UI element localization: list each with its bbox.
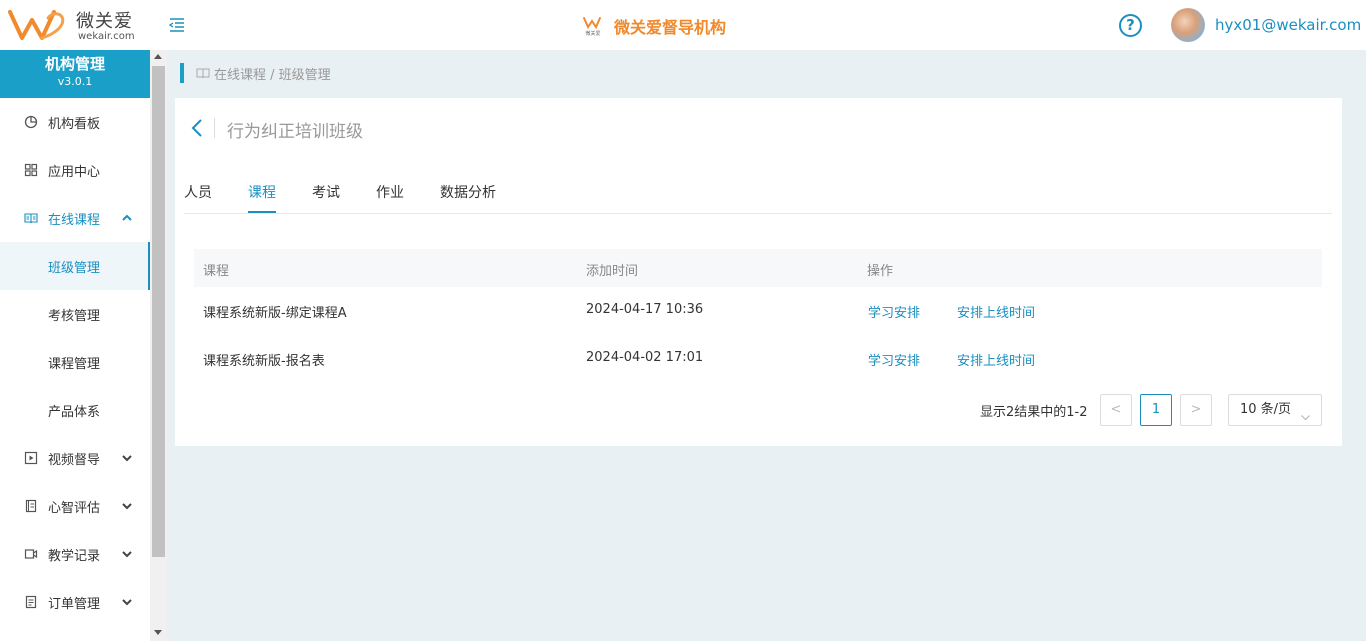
sidebar-item-app-center[interactable]: 应用中心 — [0, 146, 150, 194]
column-header-course: 课程 — [203, 264, 230, 279]
sidebar-item-label: 产品体系 — [48, 405, 101, 420]
pagination-info: 显示2结果中的1-2 — [980, 405, 1088, 420]
sidebar-item-assessment-management[interactable]: 考核管理 — [0, 290, 150, 338]
top-header: 微关爱 wekair.com 微关爱 微关爱督导机构 ? hyx01@wekai… — [0, 0, 1366, 50]
study-arrangement-link[interactable]: 学习安排 — [868, 302, 920, 321]
logo-text: 微关爱 — [76, 11, 133, 32]
sidebar-item-label: 课程管理 — [48, 357, 101, 372]
schedule-online-time-link[interactable]: 安排上线时间 — [957, 350, 1035, 369]
cell-added-time: 2024-04-02 17:01 — [586, 350, 704, 365]
user-email[interactable]: hyx01@wekair.com — [1215, 16, 1361, 34]
sidebar-item-label: 心智评估 — [48, 501, 101, 516]
chevron-down-icon — [121, 500, 133, 512]
table-header: 课程 添加时间 操作 — [194, 249, 1322, 287]
brand-title: 微关爱督导机构 — [614, 18, 727, 37]
pagination: 显示2结果中的1-2 < 1 > 10 条/页 — [175, 394, 1342, 426]
sidebar-item-teaching-records[interactable]: 教学记录 — [0, 530, 150, 578]
page-title: 行为纠正培训班级 — [227, 122, 363, 142]
column-header-actions: 操作 — [867, 264, 894, 279]
back-arrow-icon[interactable] — [189, 118, 205, 138]
scroll-up-arrow-icon[interactable] — [154, 54, 162, 59]
scroll-down-arrow-icon[interactable] — [154, 630, 162, 635]
chevron-up-icon — [121, 212, 133, 224]
chevron-down-icon — [121, 596, 133, 608]
main-card: 行为纠正培训班级 人员 课程 考试 作业 数据分析 课程 添加时间 操作 课程系… — [175, 98, 1342, 446]
logo-subtext: wekair.com — [78, 31, 135, 42]
page-1-button[interactable]: 1 — [1140, 394, 1172, 426]
course-table: 课程 添加时间 操作 课程系统新版-绑定课程A 2024-04-17 10:36… — [194, 249, 1322, 383]
tab-courses[interactable]: 课程 — [248, 182, 276, 213]
tab-homework[interactable]: 作业 — [376, 182, 404, 202]
breadcrumb-text[interactable]: 在线课程 / 班级管理 — [214, 64, 331, 83]
sidebar-item-class-management[interactable]: 班级管理 — [0, 242, 150, 290]
notebook-icon — [24, 499, 38, 513]
schedule-online-time-link[interactable]: 安排上线时间 — [957, 302, 1035, 321]
tabs: 人员 课程 考试 作业 数据分析 — [184, 180, 1332, 214]
page-size-select[interactable]: 10 条/页 — [1228, 394, 1322, 426]
sidebar-header: 机构管理 v3.0.1 — [0, 50, 150, 98]
camera-icon — [24, 547, 38, 561]
sidebar-item-label: 机构看板 — [48, 117, 101, 132]
table-row: 课程系统新版-报名表 2024-04-02 17:01 学习安排 安排上线时间 — [194, 335, 1322, 383]
chevron-down-icon — [1300, 405, 1311, 421]
scrollbar-thumb[interactable] — [152, 66, 165, 557]
sidebar-item-course-management[interactable]: 课程管理 — [0, 338, 150, 386]
logo[interactable]: 微关爱 wekair.com — [8, 6, 138, 44]
sidebar-item-label: 班级管理 — [48, 261, 101, 276]
sidebar: 机构管理 v3.0.1 机构看板 应用中心 在线课程 班级管理 考核管理 课程管… — [0, 50, 150, 641]
sidebar-item-order-management[interactable]: 订单管理 — [0, 578, 150, 626]
cell-added-time: 2024-04-17 10:36 — [586, 302, 704, 317]
sidebar-item-label: 应用中心 — [48, 165, 101, 180]
sidebar-item-label: 教学记录 — [48, 549, 101, 564]
tab-members[interactable]: 人员 — [184, 182, 212, 202]
breadcrumb: 在线课程 / 班级管理 — [180, 63, 331, 83]
next-page-button[interactable]: > — [1180, 394, 1212, 426]
video-play-icon — [24, 451, 38, 465]
sidebar-item-dashboard[interactable]: 机构看板 — [0, 98, 150, 146]
sidebar-item-label: 考核管理 — [48, 309, 101, 324]
receipt-icon — [24, 595, 38, 609]
study-arrangement-link[interactable]: 学习安排 — [868, 350, 920, 369]
book-icon — [196, 67, 210, 79]
sidebar-item-label: 订单管理 — [48, 597, 101, 612]
table-row: 课程系统新版-绑定课程A 2024-04-17 10:36 学习安排 安排上线时… — [194, 287, 1322, 335]
page-size-value: 10 条/页 — [1240, 402, 1292, 417]
sidebar-version: v3.0.1 — [57, 75, 93, 88]
sidebar-scrollbar[interactable] — [150, 50, 167, 641]
sidebar-item-online-courses[interactable]: 在线课程 — [0, 194, 150, 242]
pie-chart-icon — [24, 115, 38, 129]
menu-collapse-icon[interactable] — [168, 16, 186, 34]
tab-exams[interactable]: 考试 — [312, 182, 340, 202]
prev-page-button[interactable]: < — [1100, 394, 1132, 426]
svg-text:微关爱: 微关爱 — [585, 30, 600, 37]
book-icon — [24, 211, 38, 225]
sidebar-item-label: 在线课程 — [48, 213, 101, 228]
avatar[interactable] — [1171, 8, 1205, 42]
sidebar-item-product-system[interactable]: 产品体系 — [0, 386, 150, 434]
chevron-down-icon — [121, 452, 133, 464]
title-divider — [214, 118, 215, 138]
logo-mark-icon — [8, 10, 65, 40]
tab-data-analysis[interactable]: 数据分析 — [440, 182, 496, 202]
grid-icon — [24, 163, 38, 177]
brand: 微关爱 微关爱督导机构 — [582, 14, 726, 38]
brand-logo-icon: 微关爱 — [582, 15, 604, 37]
chevron-down-icon — [121, 548, 133, 560]
cell-course: 课程系统新版-绑定课程A — [203, 306, 347, 321]
sidebar-item-label: 视频督导 — [48, 453, 101, 468]
sidebar-item-video-supervision[interactable]: 视频督导 — [0, 434, 150, 482]
column-header-added-time: 添加时间 — [586, 264, 639, 279]
help-icon[interactable]: ? — [1119, 14, 1142, 37]
cell-course: 课程系统新版-报名表 — [203, 354, 325, 369]
sidebar-item-mind-assessment[interactable]: 心智评估 — [0, 482, 150, 530]
sidebar-title: 机构管理 — [44, 55, 105, 73]
